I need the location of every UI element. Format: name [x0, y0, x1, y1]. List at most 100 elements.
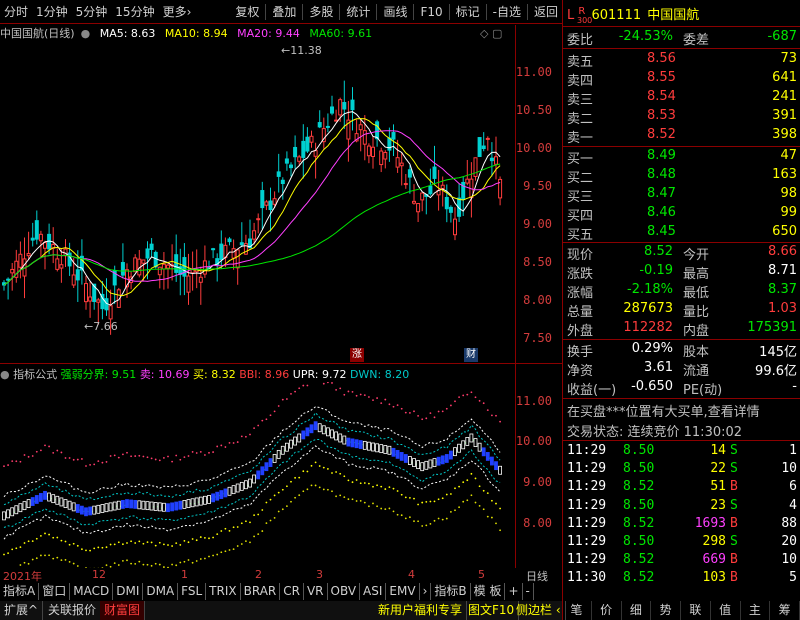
tab-more-arrow[interactable]: ›	[420, 583, 432, 600]
bid-level[interactable]: 买一 8.49 47	[563, 148, 800, 167]
indicator-dot	[48, 533, 50, 536]
indicator-bar	[473, 438, 478, 447]
tab-cr[interactable]: CR	[280, 583, 304, 600]
tab-dma[interactable]: DMA	[143, 583, 179, 600]
toolbar-item-1min[interactable]: 1分钟	[32, 0, 72, 24]
candle-body	[391, 132, 396, 140]
indicator-bar	[157, 502, 162, 512]
tab-macd[interactable]: MACD	[70, 583, 114, 600]
minus-icon[interactable]: -	[523, 583, 534, 600]
tab-xi[interactable]: 细	[622, 601, 652, 620]
indicator-bar	[317, 423, 322, 433]
indicator-dot	[269, 414, 272, 417]
indicator-bar	[334, 431, 339, 441]
tab-window[interactable]: 窗口	[39, 583, 71, 600]
ask-level[interactable]: 卖四 8.55 641	[563, 70, 800, 89]
candle-body	[145, 248, 150, 259]
ask-level[interactable]: 卖一 8.52 398	[563, 127, 800, 146]
indicator-dot	[175, 542, 178, 545]
tab-shi[interactable]: 势	[651, 601, 681, 620]
indicator-dot	[48, 445, 50, 448]
tab-obv[interactable]: OBV	[328, 583, 361, 600]
toolbar-item-15min[interactable]: 15分钟	[111, 0, 158, 24]
tab-chou[interactable]: 筹	[770, 601, 800, 620]
tab-zhu[interactable]: 主	[741, 601, 771, 620]
ask-level[interactable]: 卖三 8.54 241	[563, 89, 800, 108]
right-panel-tabs: 笔 价 细 势 联 值 主 筹	[562, 601, 800, 620]
sidebar-toggle[interactable]: 侧边栏 ‹	[512, 601, 566, 620]
big-order-notice[interactable]: 在买盘***位置有大买单,查看详情	[567, 401, 760, 420]
indicator-dot	[208, 555, 210, 558]
indicator-dot	[261, 509, 264, 511]
tick-row: 11:29 8.50 298 S 20	[563, 534, 800, 552]
bid-level[interactable]: 买四 8.46 99	[563, 205, 800, 224]
indicator-dot	[154, 562, 157, 565]
bid-level[interactable]: 买三 8.47 98	[563, 186, 800, 205]
toolbar-item-watchlist[interactable]: -自选	[489, 0, 525, 24]
indicator-dot	[359, 499, 362, 502]
bid-level[interactable]: 买二 8.48 163	[563, 167, 800, 186]
tab-dmi[interactable]: DMI	[113, 583, 144, 600]
chart-corner-icons[interactable]: ◇ ▢	[480, 27, 502, 40]
promo-link[interactable]: 新用户福利专享	[374, 601, 468, 620]
toolbar-item-mark[interactable]: 标记	[452, 0, 484, 24]
row-label: 外盘	[567, 324, 594, 339]
indicator-dot	[458, 506, 460, 509]
related-quote-tab[interactable]: 关联报价	[44, 601, 102, 620]
tab-vr[interactable]: VR	[304, 583, 328, 600]
ask-level[interactable]: 卖二 8.53 391	[563, 108, 800, 127]
toolbar-item-draw[interactable]: 画线	[379, 0, 411, 24]
toolbar-item-back[interactable]: 返回	[530, 0, 562, 24]
toolbar-item-5min[interactable]: 5分钟	[72, 0, 112, 24]
f10-link[interactable]: 图文F10	[464, 601, 520, 620]
legend-buy: 买: 8.32	[193, 368, 236, 381]
candle-body	[325, 125, 330, 128]
indicator-dot	[146, 541, 149, 544]
row-value: 8.52	[644, 244, 673, 259]
indicator-bar	[494, 461, 498, 471]
tab-jia[interactable]: 价	[592, 601, 622, 620]
settings-dot-icon[interactable]: ●	[81, 27, 91, 40]
tab-lian[interactable]: 联	[681, 601, 711, 620]
period-label[interactable]: 日线	[526, 568, 548, 584]
indicator-dot	[89, 549, 91, 552]
tab-template[interactable]: 模 板	[471, 583, 506, 600]
indicator-tabs: 指标A 窗口 MACD DMI DMA FSL TRIX BRAR CR VR …	[0, 583, 562, 600]
toolbar-item-overlay[interactable]: 叠加	[268, 0, 300, 24]
plus-icon[interactable]: +	[505, 583, 523, 600]
event-zhang-badge[interactable]: 涨	[350, 348, 364, 362]
tab-bi[interactable]: 笔	[562, 601, 592, 620]
row-value: 99.6亿	[755, 364, 797, 379]
bid-label: 买二	[567, 171, 594, 186]
tab-indicator-b[interactable]: 指标B	[431, 583, 471, 600]
tab-zhi[interactable]: 值	[711, 601, 741, 620]
indicator-dot	[400, 407, 403, 410]
toolbar-item-more[interactable]: 更多›	[159, 0, 196, 24]
indicator-dot	[400, 514, 403, 517]
sub-chart-title[interactable]: 指标公式	[13, 368, 57, 381]
tab-fsl[interactable]: FSL	[178, 583, 207, 600]
toolbar-item-stats[interactable]: 统计	[342, 0, 374, 24]
candle-body	[161, 263, 166, 270]
tab-brar[interactable]: BRAR	[241, 583, 281, 600]
main-chart-legend: 中国国航(日线) ● MA5: 8.63 MA10: 8.94 MA20: 9.4…	[0, 25, 515, 41]
wealth-chart-tab[interactable]: 财富图	[100, 601, 146, 620]
tab-asi[interactable]: ASI	[360, 583, 387, 600]
indicator-dot	[56, 536, 59, 539]
row-label: 净资	[567, 364, 594, 379]
tab-indicator-a[interactable]: 指标A	[0, 583, 40, 600]
event-cai-badge[interactable]: 财	[464, 348, 478, 362]
tab-emv[interactable]: EMV	[386, 583, 420, 600]
ask-level[interactable]: 卖五 8.56 73	[563, 51, 800, 70]
tab-trix[interactable]: TRIX	[206, 583, 241, 600]
toolbar-item-f10[interactable]: F10	[416, 0, 446, 24]
toolbar-item-fenshi[interactable]: 分时	[0, 0, 32, 24]
settings-dot-icon[interactable]: ●	[0, 368, 10, 381]
indicator-dot	[150, 457, 153, 460]
candle-body	[280, 179, 285, 184]
expand-button[interactable]: 扩展^	[0, 601, 44, 620]
toolbar-item-fuquan[interactable]: 复权	[231, 0, 263, 24]
bid-level[interactable]: 买五 8.45 650	[563, 224, 800, 243]
tick-row: 11:29 8.52 1693 B 88	[563, 516, 800, 534]
toolbar-item-multi[interactable]: 多股	[305, 0, 337, 24]
